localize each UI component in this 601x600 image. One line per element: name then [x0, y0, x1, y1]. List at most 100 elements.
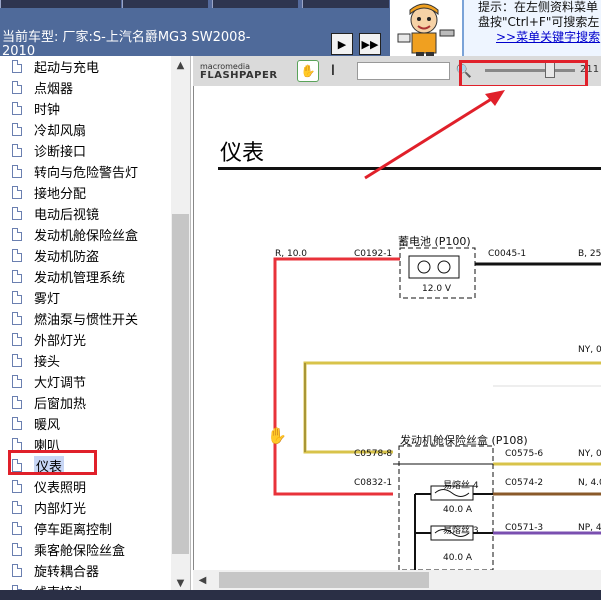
scroll-thumb[interactable] [172, 214, 189, 554]
document-icon [12, 312, 22, 325]
sidebar-item-label: 暖风 [34, 418, 61, 433]
battery-voltage: 12.0 V [422, 284, 452, 294]
tip-line-2: 盘按"Ctrl+F"可搜索左 [478, 15, 600, 29]
document-icon [12, 564, 22, 577]
wiring-diagram: ✋ [267, 90, 601, 570]
sidebar-item[interactable]: 发动机管理系统 [12, 266, 125, 287]
sidebar-item[interactable]: 起动与充电 [12, 56, 99, 77]
sidebar-item-label: 旋转耦合器 [34, 565, 100, 580]
document-icon [12, 354, 22, 367]
fast-forward-icon: ▶▶ [361, 37, 379, 51]
sidebar-item[interactable]: 雾灯 [12, 287, 60, 308]
sidebar-item[interactable]: 外部灯光 [12, 329, 86, 350]
hand-tool-button[interactable]: ✋ [297, 60, 319, 82]
document-icon [12, 123, 22, 136]
find-input[interactable] [357, 62, 450, 80]
wire-label-b25: B, 25.0 [578, 249, 601, 259]
annotation-arrow [364, 96, 494, 180]
sidebar-item-label: 接地分配 [34, 187, 87, 202]
sidebar-item[interactable]: 转向与危险警告灯 [12, 161, 138, 182]
top-tab-2[interactable] [122, 0, 208, 8]
document-icon [12, 543, 22, 556]
battery-symbol [408, 255, 460, 279]
document-icon [12, 291, 22, 304]
nav-next-button[interactable]: ▶▶ [359, 33, 381, 55]
connector-c0578: C0578-8 [354, 449, 393, 459]
keyword-search-link[interactable]: >>菜单关键字搜索 [478, 30, 601, 45]
text-select-tool[interactable]: I [326, 60, 340, 82]
sidebar-item-label: 外部灯光 [34, 334, 87, 349]
battery-label: 蓄电池 (P100) [398, 235, 471, 248]
sidebar-scrollbar[interactable]: ▲ ▼ [171, 56, 190, 592]
flashpaper-logo: macromedia FLASHPAPER [200, 62, 290, 82]
sidebar-item-label: 发动机舱保险丝盒 [34, 229, 139, 244]
sidebar-item[interactable]: 接地分配 [12, 182, 86, 203]
fuse4-label: 易熔丝 4 [443, 481, 479, 491]
logo-main: FLASHPAPER [200, 70, 278, 81]
document-icon [12, 396, 22, 409]
document-icon [12, 501, 22, 514]
sidebar-item-label: 接头 [34, 355, 61, 370]
sidebar-item-label: 后窗加热 [34, 397, 87, 412]
sidebar-item-label: 时钟 [34, 103, 61, 118]
sidebar-item-label: 燃油泵与惯性开关 [34, 313, 139, 328]
sidebar-item[interactable]: 接头 [12, 350, 60, 371]
sidebar-item[interactable]: 大灯调节 [12, 371, 86, 392]
wire-label-np4: NP, 4. [578, 523, 601, 533]
sidebar-item[interactable]: 乘客舱保险丝盒 [12, 539, 125, 560]
selection-highlight-box [8, 450, 97, 475]
wire-label-r10: R, 10.0 [275, 249, 308, 259]
sidebar-item[interactable]: 仪表照明 [12, 476, 86, 497]
sidebar-item[interactable]: 后窗加热 [12, 392, 86, 413]
document-icon [12, 249, 22, 262]
document-icon [12, 417, 22, 430]
annotation-arrowhead [485, 90, 505, 106]
mascot-icon [390, 0, 462, 58]
sidebar-item-label: 乘客舱保险丝盒 [34, 544, 126, 559]
document-icon [12, 102, 22, 115]
document-icon [12, 522, 22, 535]
wire-label-n4: N, 4.0 [578, 478, 601, 488]
tip-panel: 提示：在左侧资料菜单 盘按"Ctrl+F"可搜索左 >>菜单关键字搜索 [462, 0, 601, 58]
sidebar-item[interactable]: 暖风 [12, 413, 60, 434]
nav-prev-button[interactable]: ▶ [331, 33, 353, 55]
top-tab-3[interactable] [212, 0, 298, 8]
sidebar-item[interactable]: 时钟 [12, 98, 60, 119]
vehicle-line: 当前车型: 厂家:S-上汽名爵MG3 SW2008- [2, 30, 251, 45]
document-icon [12, 81, 22, 94]
document-hscrollbar[interactable]: ◀ [193, 570, 601, 590]
sidebar-item-label: 发动机防盗 [34, 250, 100, 265]
scroll-left-icon[interactable]: ◀ [193, 571, 212, 589]
sidebar-item[interactable]: 旋转耦合器 [12, 560, 99, 581]
document-icon [12, 60, 22, 73]
vehicle-info: 当前车型: 厂家:S-上汽名爵MG3 SW2008- 2010 [0, 30, 330, 59]
connector-c0832: C0832-1 [354, 478, 393, 488]
document-icon [12, 207, 22, 220]
top-tab-1[interactable] [0, 0, 121, 8]
sidebar-item[interactable]: 电动后视镜 [12, 203, 99, 224]
sidebar-item[interactable]: 停车距离控制 [12, 518, 112, 539]
sidebar-item[interactable]: 诊断接口 [12, 140, 86, 161]
document-icon [12, 375, 22, 388]
sidebar-item[interactable]: 发动机防盗 [12, 245, 99, 266]
sidebar-item-label: 仪表照明 [34, 481, 87, 496]
document-icon [12, 144, 22, 157]
fuse3-rating: 40.0 A [443, 553, 473, 563]
scroll-up-icon[interactable]: ▲ [171, 56, 190, 74]
connector-c0574: C0574-2 [505, 478, 544, 488]
sidebar-item[interactable]: 发动机舱保险丝盒 [12, 224, 138, 245]
sidebar-item[interactable]: 冷却风扇 [12, 119, 86, 140]
sidebar-item-label: 雾灯 [34, 292, 61, 307]
play-icon: ▶ [337, 37, 347, 51]
sidebar-item[interactable]: 燃油泵与惯性开关 [12, 308, 138, 329]
sidebar-item-label: 内部灯光 [34, 502, 87, 517]
hand-cursor-icon: ✋ [267, 426, 287, 445]
tip-line-1: 提示：在左侧资料菜单 [478, 0, 599, 14]
document-icon [12, 228, 22, 241]
hscroll-thumb[interactable] [219, 572, 429, 588]
sidebar-item[interactable]: 点烟器 [12, 77, 73, 98]
top-tab-4[interactable] [302, 0, 389, 8]
hand-icon: ✋ [300, 64, 316, 78]
sidebar-item-label: 发动机管理系统 [34, 271, 126, 286]
sidebar-item[interactable]: 内部灯光 [12, 497, 86, 518]
